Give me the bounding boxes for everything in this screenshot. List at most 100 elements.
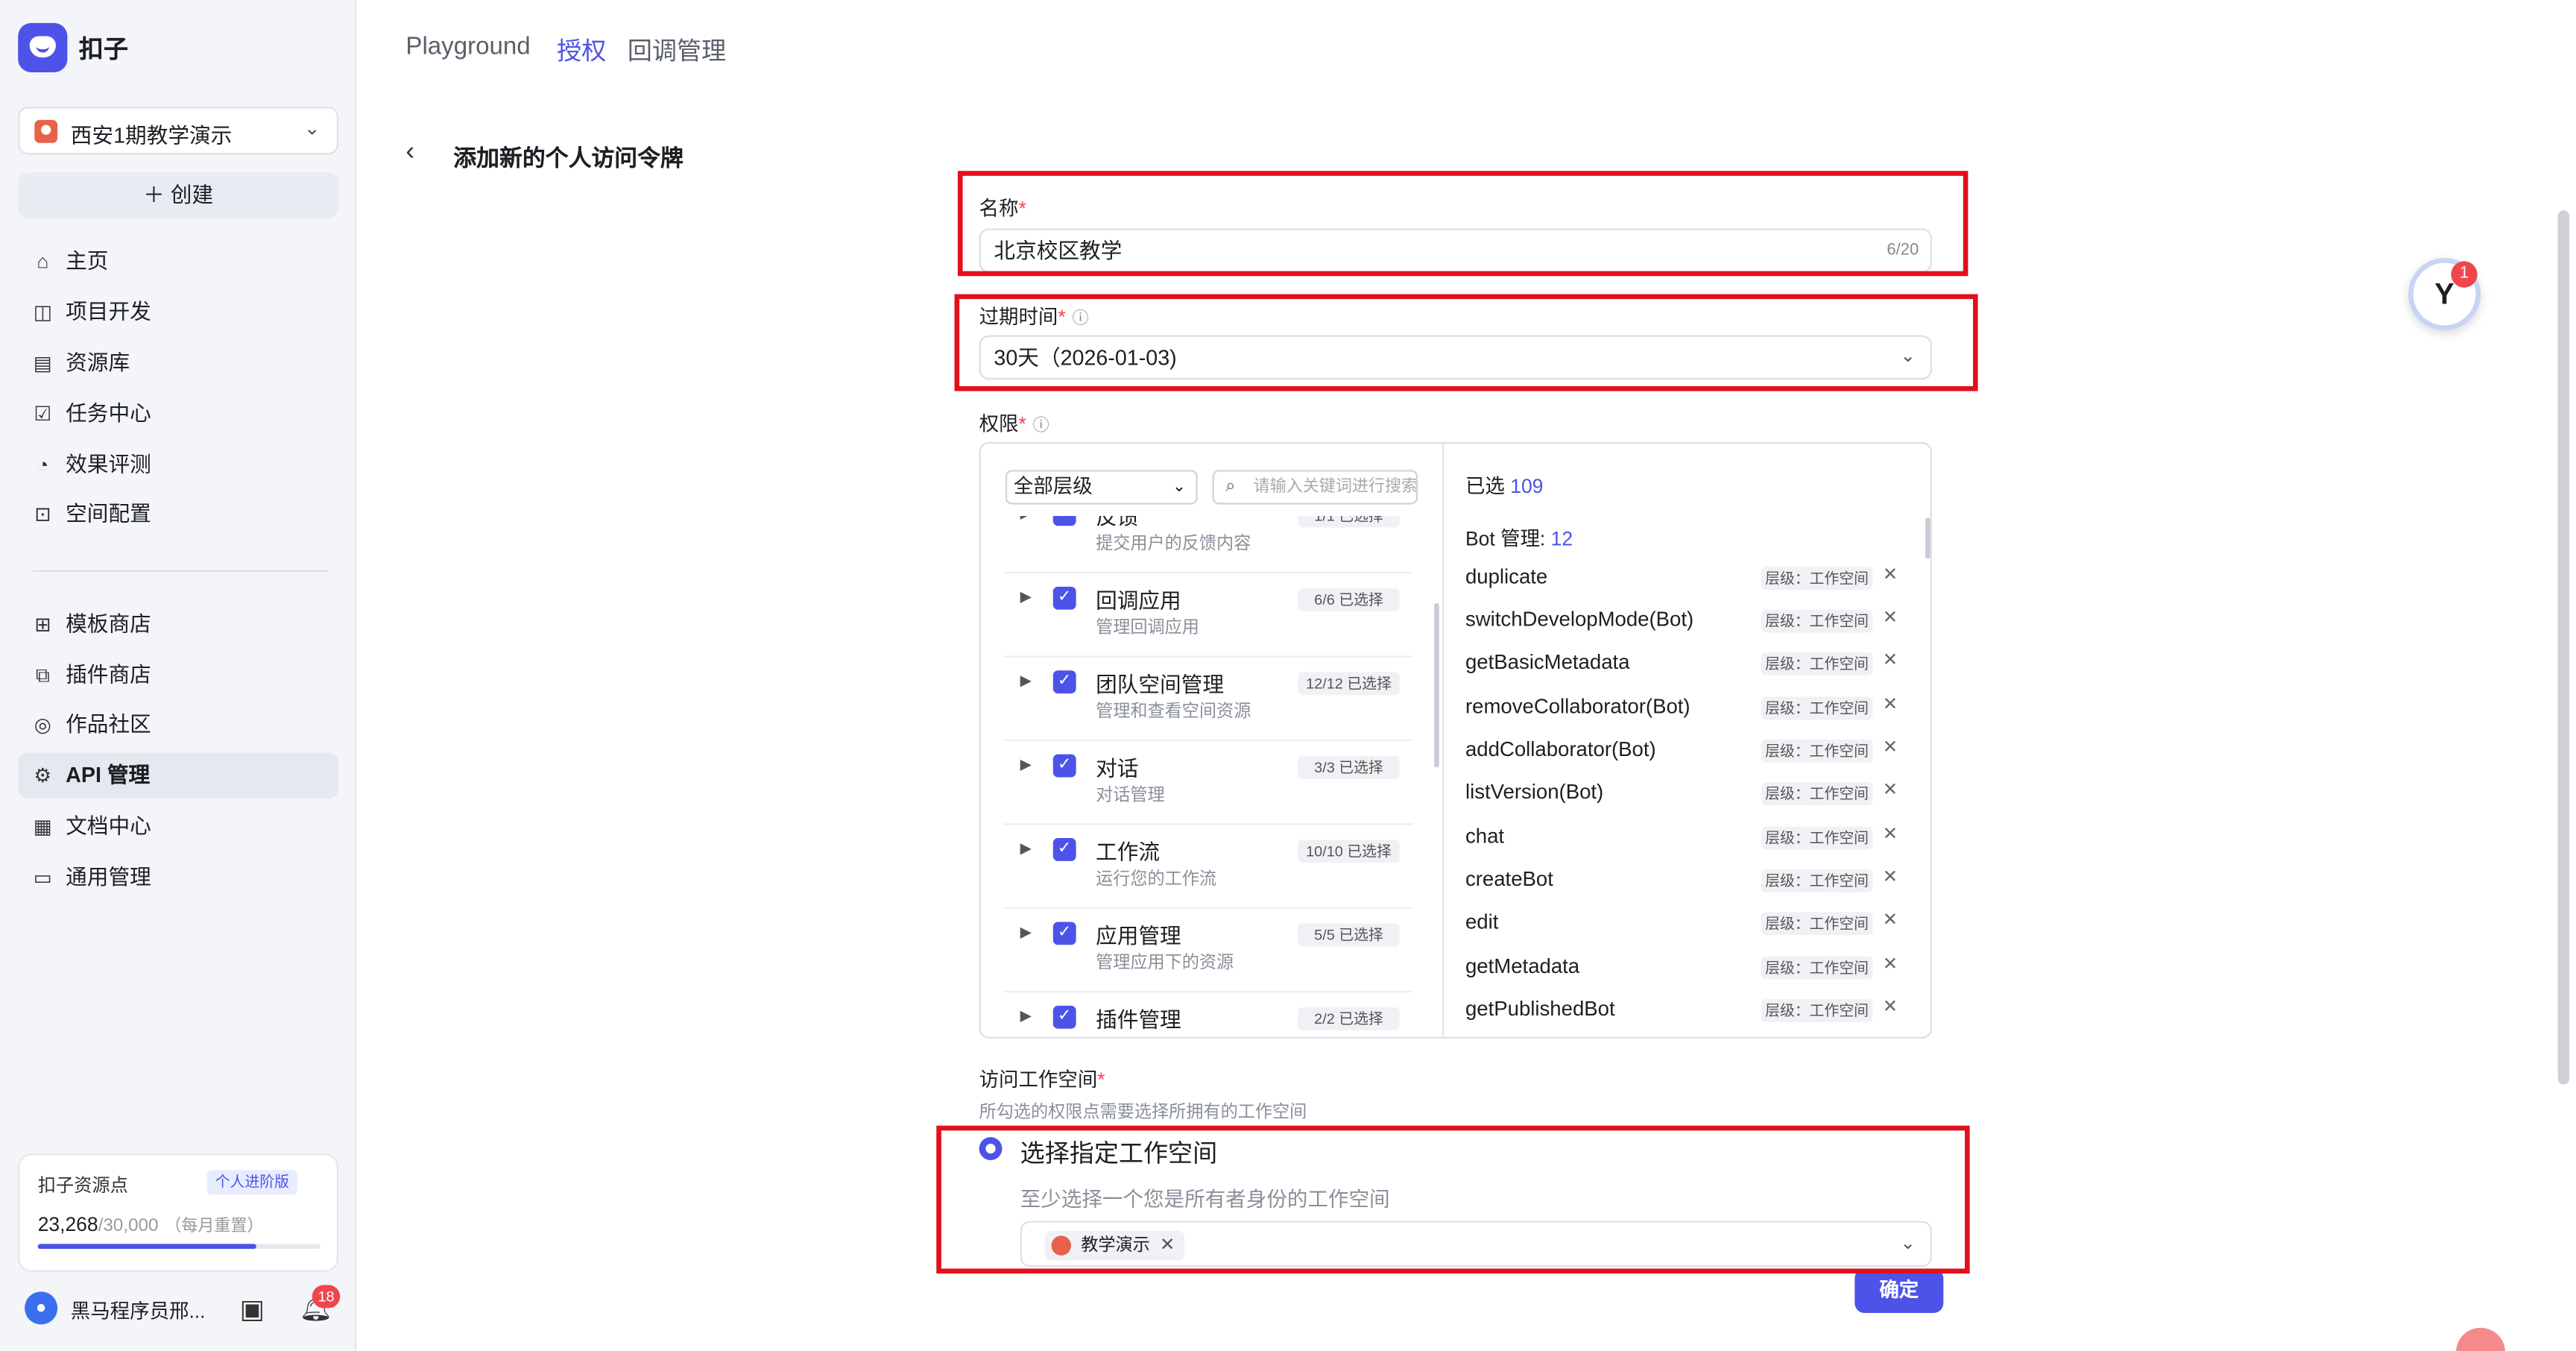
expand-arrow-icon[interactable]: ▶ <box>1020 1007 1032 1025</box>
checkbox[interactable]: ✓ <box>1052 670 1076 694</box>
nav-item-community[interactable]: ◎ 作品社区 <box>18 702 338 748</box>
checkbox[interactable]: ✓ <box>1052 1005 1076 1029</box>
remove-icon[interactable]: ✕ <box>1883 693 1898 714</box>
permission-count: 1/1 已选择 <box>1298 516 1400 528</box>
checkbox[interactable]: ✓ <box>1052 838 1076 861</box>
expand-arrow-icon[interactable]: ▶ <box>1020 588 1032 606</box>
selected-item: listVersion(Bot) 层级：工作空间 ✕ <box>1465 774 1906 810</box>
expand-arrow-icon[interactable]: ▶ <box>1020 516 1032 523</box>
tab-callback[interactable]: 回调管理 <box>628 33 726 67</box>
page-title: 添加新的个人访问令牌 <box>453 144 684 171</box>
remove-icon[interactable]: ✕ <box>1883 606 1898 627</box>
selected-item-name: addCollaborator(Bot) <box>1465 737 1656 761</box>
resource-total: /30,000 <box>98 1215 159 1236</box>
selected-item: getPublishedBot 层级：工作空间 ✕ <box>1465 991 1906 1027</box>
permission-list[interactable]: ▶ ✓ 反馈 提交用户的反馈内容 1/1 已选择 ▶ ✓ 回调应用 管理回调应用… <box>981 516 1442 1037</box>
user-name[interactable]: 黑马程序员邢... <box>71 1297 206 1324</box>
nav-label: 空间配置 <box>66 501 151 526</box>
remove-icon[interactable]: ✕ <box>1883 953 1898 974</box>
nav-item-template-store[interactable]: ⊞ 模板商店 <box>18 602 338 648</box>
docs-icon: ▦ <box>33 815 52 839</box>
community-icon: ◎ <box>34 713 51 737</box>
tab-playground[interactable]: Playground <box>405 33 530 60</box>
nav-label: 项目开发 <box>66 299 151 324</box>
highlight-box <box>936 1125 1970 1274</box>
tab-authorization[interactable]: 授权 <box>557 33 606 67</box>
permission-count: 5/5 已选择 <box>1298 923 1400 947</box>
nav-item-library[interactable]: ▤ 资源库 <box>18 340 338 386</box>
checkbox[interactable]: ✓ <box>1052 516 1076 526</box>
checkbox[interactable]: ✓ <box>1052 754 1076 778</box>
back-arrow-icon[interactable]: ‹ <box>405 138 414 168</box>
expand-arrow-icon[interactable]: ▶ <box>1020 756 1032 774</box>
permission-row[interactable]: ▶ ✓ 反馈 提交用户的反馈内容 1/1 已选择 <box>981 516 1442 574</box>
permission-name: 对话 <box>1096 755 1139 781</box>
nav-item-api[interactable]: ⚙ API 管理 <box>18 752 339 799</box>
permission-name: 插件管理 <box>1096 1007 1181 1033</box>
qr-code-icon[interactable]: ▣ <box>240 1294 265 1326</box>
resource-card[interactable]: 扣子资源点 个人进阶版 23,268/30,000 （每月重置） <box>18 1153 339 1272</box>
permission-row[interactable]: ▶ ✓ 插件管理 2/2 已选择 <box>981 994 1442 1036</box>
selected-item: createBot 层级：工作空间 ✕ <box>1465 861 1906 897</box>
level-select-value: 全部层级 <box>1013 474 1093 498</box>
checkbox[interactable]: ✓ <box>1052 586 1076 610</box>
selected-title: 已选 109 <box>1465 472 1543 500</box>
permission-row[interactable]: ▶ ✓ 应用管理 管理应用下的资源 5/5 已选择 <box>981 910 1442 993</box>
nav-item-tasks[interactable]: ☑ 任务中心 <box>18 391 338 438</box>
chat-bubble-icon[interactable] <box>2455 1327 2506 1351</box>
scrollbar[interactable] <box>1434 602 1439 768</box>
create-button[interactable]: ＋ 创建 <box>18 172 339 219</box>
remove-icon[interactable]: ✕ <box>1883 909 1898 930</box>
plus-icon: ＋ <box>143 182 165 207</box>
nav-label: API 管理 <box>66 762 151 787</box>
create-button-label: 创建 <box>170 182 214 207</box>
nav-label: 主页 <box>66 248 109 273</box>
remove-icon[interactable]: ✕ <box>1883 866 1898 887</box>
nav-item-plugin-store[interactable]: ⧉ 插件商店 <box>18 652 338 699</box>
workspace-select[interactable]: 西安1期教学演示 ⌄ <box>18 107 339 155</box>
remove-icon[interactable]: ✕ <box>1883 996 1898 1017</box>
selected-item: addCollaborator(Bot) 层级：工作空间 ✕ <box>1465 731 1906 767</box>
perm-label-text: 权限 <box>979 412 1019 436</box>
nav-item-docs[interactable]: ▦ 文档中心 <box>18 804 338 850</box>
permission-search-input[interactable]: ⌕ 请输入关键词进行搜索 <box>1212 470 1418 505</box>
nav-item-space-config[interactable]: ⊡ 空间配置 <box>18 491 338 538</box>
selected-list[interactable]: duplicate 层级：工作空间 ✕ switchDevelopMode(Bo… <box>1465 558 1906 1036</box>
sidebar: 扣子 西安1期教学演示 ⌄ ＋ 创建 ⌂ 主页 ◫ 项目开发 ▤ 资源库 ☑ 任… <box>0 0 357 1351</box>
info-icon[interactable]: ⓘ <box>1033 418 1049 435</box>
notification-badge: 18 <box>312 1285 341 1309</box>
permission-row[interactable]: ▶ ✓ 回调应用 管理回调应用 6/6 已选择 <box>981 575 1442 658</box>
permission-row[interactable]: ▶ ✓ 团队空间管理 管理和查看空间资源 12/12 已选择 <box>981 659 1442 742</box>
checkbox[interactable]: ✓ <box>1052 922 1076 945</box>
confirm-button[interactable]: 确定 <box>1854 1268 1944 1313</box>
nav-item-projects[interactable]: ◫ 项目开发 <box>18 289 338 336</box>
resource-used: 23,268 <box>37 1212 98 1236</box>
remove-icon[interactable]: ✕ <box>1883 823 1898 844</box>
nav-item-settings[interactable]: ▭ 通用管理 <box>18 854 338 901</box>
remove-icon[interactable]: ✕ <box>1883 779 1898 800</box>
expand-arrow-icon[interactable]: ▶ <box>1020 924 1032 942</box>
permission-row[interactable]: ▶ ✓ 工作流 运行您的工作流 10/10 已选择 <box>981 827 1442 909</box>
nav-label: 资源库 <box>66 350 130 375</box>
expand-arrow-icon[interactable]: ▶ <box>1020 840 1032 857</box>
level-select[interactable]: 全部层级 ⌄ <box>1005 470 1198 505</box>
remove-icon[interactable]: ✕ <box>1883 564 1898 585</box>
level-tag: 层级：工作空间 <box>1761 652 1873 676</box>
settings-icon: ▭ <box>33 866 52 889</box>
avatar[interactable]: ● <box>25 1291 58 1325</box>
nav-item-home[interactable]: ⌂ 主页 <box>18 239 338 285</box>
scrollbar[interactable] <box>1925 517 1931 559</box>
selected-item: duplicate 层级：工作空间 ✕ <box>1465 558 1906 594</box>
level-tag: 层级：工作空间 <box>1761 956 1873 980</box>
remove-icon[interactable]: ✕ <box>1883 736 1898 758</box>
permission-name: 反馈 <box>1096 516 1139 529</box>
expand-arrow-icon[interactable]: ▶ <box>1020 672 1032 690</box>
nav-item-evaluation[interactable]: ◔ 效果评测 <box>18 442 338 488</box>
remove-icon[interactable]: ✕ <box>1883 649 1898 670</box>
coze-logo-icon[interactable] <box>18 22 68 72</box>
permission-row[interactable]: ▶ ✓ 对话 对话管理 3/3 已选择 <box>981 743 1442 825</box>
page-scrollbar[interactable] <box>2557 210 2570 1085</box>
template-icon: ⊞ <box>34 613 51 636</box>
permission-desc: 管理和查看空间资源 <box>1096 702 1251 722</box>
resource-title: 扣子资源点 <box>37 1177 128 1197</box>
